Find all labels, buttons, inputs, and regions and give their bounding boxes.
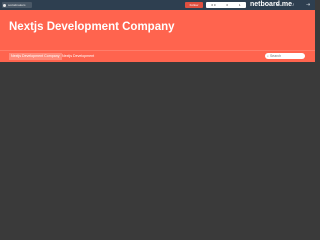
nav-bar: Nextjs Development Company Nextjs Develo… — [0, 50, 315, 62]
user-menu-button[interactable]: socialmakers — [2, 2, 32, 8]
user-icon — [3, 3, 6, 7]
views-count: 0 0 — [211, 3, 216, 7]
likes-count: 0 — [226, 3, 229, 7]
tab-nextjs-development[interactable]: Nextjs Development — [60, 53, 96, 60]
top-bar: socialmakers Follow 0 0 0 1 netboard.me … — [0, 0, 315, 10]
stats-panel[interactable]: 0 0 0 1 — [206, 2, 246, 8]
shares-count: 1 — [238, 3, 241, 7]
sound-icon[interactable]: ♪ — [292, 2, 295, 8]
page-title: Nextjs Development Company — [9, 21, 175, 33]
search-box[interactable]: ⌕ — [265, 53, 305, 59]
board-content — [0, 62, 315, 210]
login-icon[interactable]: ⇥ — [306, 2, 310, 8]
tab-nextjs-development-company[interactable]: Nextjs Development Company — [9, 53, 62, 60]
search-input[interactable] — [268, 53, 300, 59]
brand-logo[interactable]: netboard.me — [250, 0, 292, 10]
follow-button[interactable]: Follow — [185, 2, 203, 8]
username-label: socialmakers — [8, 3, 26, 7]
share-icon[interactable]: ➦ — [276, 2, 280, 8]
